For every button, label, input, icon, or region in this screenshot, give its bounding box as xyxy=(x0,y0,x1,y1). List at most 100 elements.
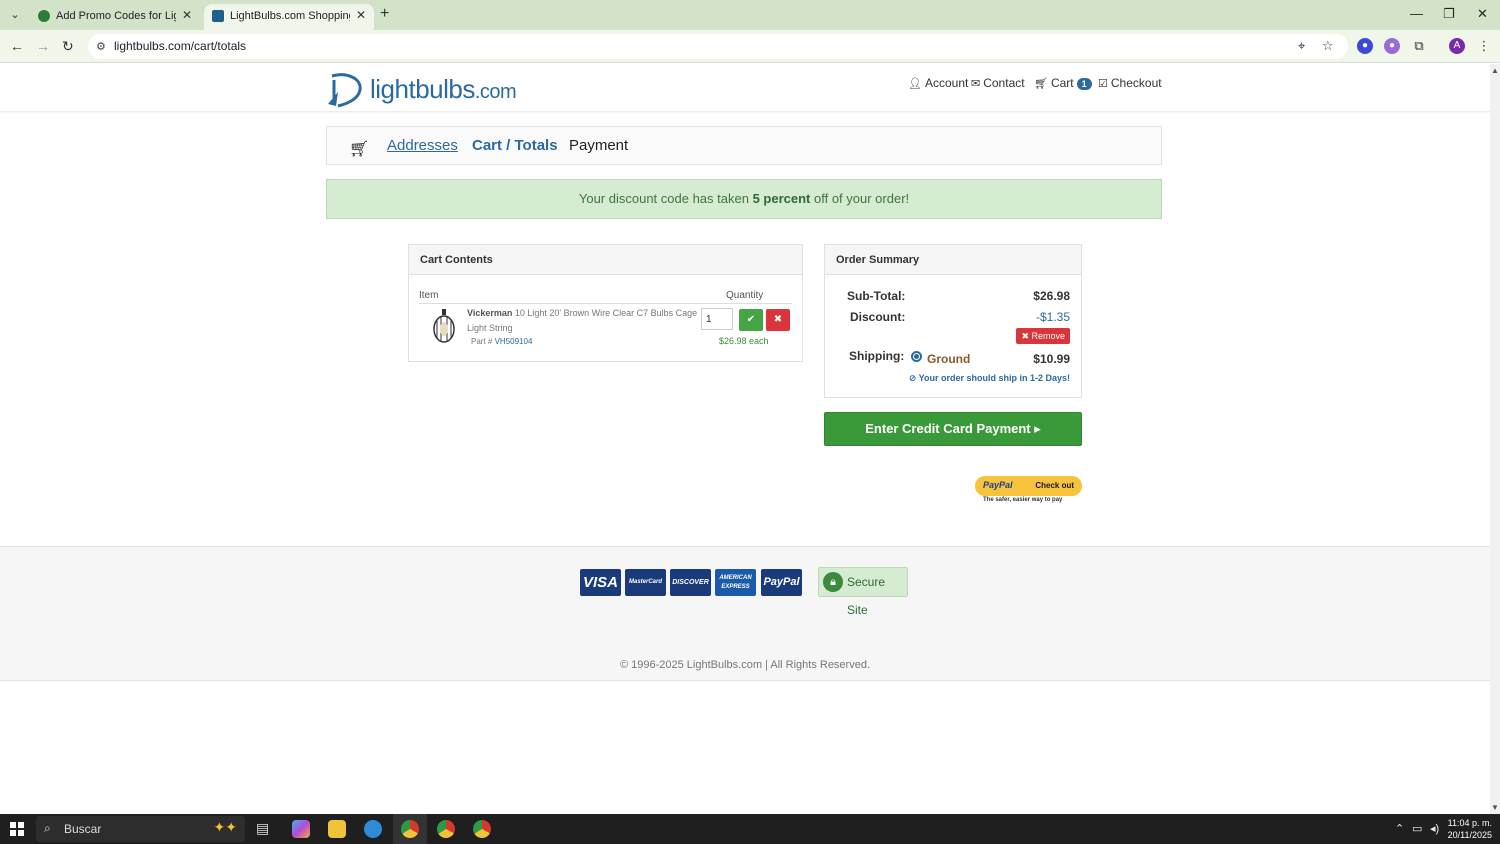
forward-icon[interactable]: → xyxy=(36,38,50,54)
clock-time: 11:04 p. m. xyxy=(1447,818,1492,828)
product-part: Part # VH509104 xyxy=(471,337,532,346)
alert-prefix: Your discount code has taken xyxy=(578,191,753,206)
scroll-down-icon[interactable]: ▼ xyxy=(1491,803,1499,812)
task-view-icon[interactable]: ▤ xyxy=(256,820,274,838)
extensions-puzzle-icon[interactable]: ⧉ xyxy=(1411,38,1427,54)
window-close-icon[interactable]: ✕ xyxy=(1477,6,1488,22)
location-icon[interactable]: ⌖ xyxy=(1298,38,1305,54)
site-footer: VISA MasterCard DISCOVER AMERICAN EXPRES… xyxy=(0,546,1490,681)
price-each: $26.98 each xyxy=(719,336,769,346)
mastercard-card-icon: MasterCard xyxy=(625,569,666,596)
restore-icon[interactable]: ❐ xyxy=(1443,6,1455,22)
cart-table-header: Item Quantity xyxy=(419,286,792,304)
credit-card-payment-button[interactable]: Enter Credit Card Payment ▸ xyxy=(824,412,1082,446)
browser-toolbar: ← → ↻ ⚙ lightbulbs.com/cart/totals ⌖ ☆ ●… xyxy=(0,30,1500,63)
step-addresses[interactable]: Addresses xyxy=(387,137,458,154)
remove-label: Remove xyxy=(1031,331,1065,341)
ship-note: ⊘ Your order should ship in 1-2 Days! xyxy=(909,373,1070,384)
checkout-link[interactable]: ☑ Checkout xyxy=(1098,76,1162,90)
cart-link[interactable]: 🛒︎ Cart 1 xyxy=(1034,76,1092,90)
site-info-icon[interactable]: ⚙ xyxy=(96,40,106,53)
copilot-icon[interactable] xyxy=(292,820,310,838)
taskbar-search[interactable]: ⌕ Buscar ✦✦ xyxy=(36,816,245,842)
close-icon: ✖ xyxy=(1021,331,1032,341)
tab-search-icon[interactable]: ⌄ xyxy=(6,6,24,24)
url-text[interactable]: lightbulbs.com/cart/totals xyxy=(114,39,246,53)
remove-discount-button[interactable]: ✖ Remove xyxy=(1016,328,1070,344)
part-number-link[interactable]: VH509104 xyxy=(495,337,533,346)
search-placeholder: Buscar xyxy=(64,822,102,836)
product-image[interactable] xyxy=(431,309,457,345)
network-icon[interactable]: ▭ xyxy=(1412,822,1422,835)
discount-label: Discount: xyxy=(850,310,906,324)
profile-avatar[interactable]: A xyxy=(1449,38,1465,54)
paypal-checkout-label: Check out xyxy=(1035,481,1074,490)
windows-taskbar: ⌕ Buscar ✦✦ ▤ ⌃ ▭ ◂) 11:04 p. m. 20/11/2… xyxy=(0,814,1500,844)
product-brand: Vickerman xyxy=(467,308,513,318)
check-circle-icon: ⊘ xyxy=(908,373,919,383)
logo-wordmark: lightbulbs xyxy=(370,74,475,104)
site-header: lightbulbs.com 👤︎ Account ✉ Contact 🛒︎ Cart… xyxy=(0,64,1490,112)
column-header-item: Item xyxy=(419,290,439,301)
taskbar-clock[interactable]: 11:04 p. m. 20/11/2025 xyxy=(1448,817,1492,841)
menu-kebab-icon[interactable]: ⋮ xyxy=(1476,38,1492,54)
file-explorer-icon[interactable] xyxy=(328,820,346,838)
scroll-up-icon[interactable]: ▲ xyxy=(1491,66,1499,75)
back-icon[interactable]: ← xyxy=(10,38,24,54)
address-bar[interactable]: ⚙ lightbulbs.com/cart/totals ⌖ ☆ xyxy=(88,34,1348,59)
secure-site-label: Secure Site xyxy=(847,575,886,617)
copyright: © 1996-2025 LightBulbs.com | All Rights … xyxy=(619,659,871,671)
new-tab-icon[interactable]: + xyxy=(380,5,389,23)
column-header-quantity: Quantity xyxy=(726,290,764,301)
tab-shopping-cart[interactable]: LightBulbs.com Shopping Cart ✕ xyxy=(204,4,374,30)
windows-start-icon[interactable] xyxy=(10,822,24,836)
contact-link[interactable]: ✉ Contact xyxy=(971,76,1025,90)
web-page: lightbulbs.com 👤︎ Account ✉ Contact 🛒︎ Cart… xyxy=(0,64,1490,814)
product-name[interactable]: Vickerman 10 Light 20' Brown Wire Clear … xyxy=(467,306,699,336)
volume-icon[interactable]: ◂) xyxy=(1430,822,1439,835)
checkmark-icon: ✔ xyxy=(746,314,756,325)
minimize-icon[interactable]: — xyxy=(1410,6,1423,21)
tab-title: Add Promo Codes for Lightbulbs xyxy=(56,10,176,22)
account-link[interactable]: 👤︎ Account xyxy=(908,76,968,90)
part-label: Part # xyxy=(471,337,495,346)
cart-label: Cart xyxy=(1050,76,1074,90)
quantity-input[interactable] xyxy=(701,308,733,330)
shipping-value: $10.99 xyxy=(1033,352,1070,366)
paypal-checkout-button[interactable]: PayPal Check out xyxy=(975,476,1082,496)
tray-overflow-icon[interactable]: ⌃ xyxy=(1395,822,1404,835)
shipping-label: Shipping: xyxy=(849,349,905,363)
remove-item-button[interactable]: ✖ xyxy=(766,309,790,331)
tab-favicon xyxy=(212,10,224,22)
amex-card-icon: AMERICAN EXPRESS xyxy=(715,569,756,596)
cart-contents-panel: Cart Contents Item Quantity Vickerman 10… xyxy=(408,244,803,362)
step-payment: Payment xyxy=(569,137,629,154)
chrome-icon[interactable] xyxy=(437,820,455,838)
tab-promo-codes[interactable]: Add Promo Codes for Lightbulbs ✕ xyxy=(30,4,200,30)
tab-title: LightBulbs.com Shopping Cart xyxy=(230,10,350,22)
shipping-ground-radio[interactable] xyxy=(911,351,922,362)
bookmark-star-icon[interactable]: ☆ xyxy=(1322,38,1334,54)
step-cart-totals[interactable]: Cart / Totals xyxy=(472,137,558,154)
lock-icon: 🔒︎ xyxy=(823,572,843,592)
logo-text: lightbulbs.com xyxy=(370,74,517,105)
extension-icon[interactable]: ● xyxy=(1357,38,1373,54)
chrome-icon[interactable] xyxy=(401,820,419,838)
browser-tabstrip: ⌄ Add Promo Codes for Lightbulbs ✕ Light… xyxy=(0,0,1500,30)
update-quantity-button[interactable]: ✔ xyxy=(739,309,763,331)
subtotal-value: $26.98 xyxy=(1033,289,1070,303)
edge-icon[interactable] xyxy=(364,820,382,838)
cart-icon: 🛒︎ xyxy=(1034,78,1048,90)
close-icon[interactable]: ✕ xyxy=(182,8,192,22)
sparkle-icon: ✦✦ xyxy=(213,819,237,835)
chrome-icon[interactable] xyxy=(473,820,491,838)
discover-card-icon: DISCOVER xyxy=(670,569,711,596)
site-logo[interactable]: lightbulbs.com xyxy=(326,68,517,108)
reload-icon[interactable]: ↻ xyxy=(62,38,74,55)
page-scrollbar[interactable]: ▲ ▼ xyxy=(1490,64,1500,814)
envelope-icon: ✉ xyxy=(971,78,981,90)
shipping-method[interactable]: Ground xyxy=(927,352,970,366)
close-icon[interactable]: ✕ xyxy=(356,8,366,22)
cart-icon: 🛒︎ xyxy=(349,141,370,158)
extension-icon[interactable]: ● xyxy=(1384,38,1400,54)
